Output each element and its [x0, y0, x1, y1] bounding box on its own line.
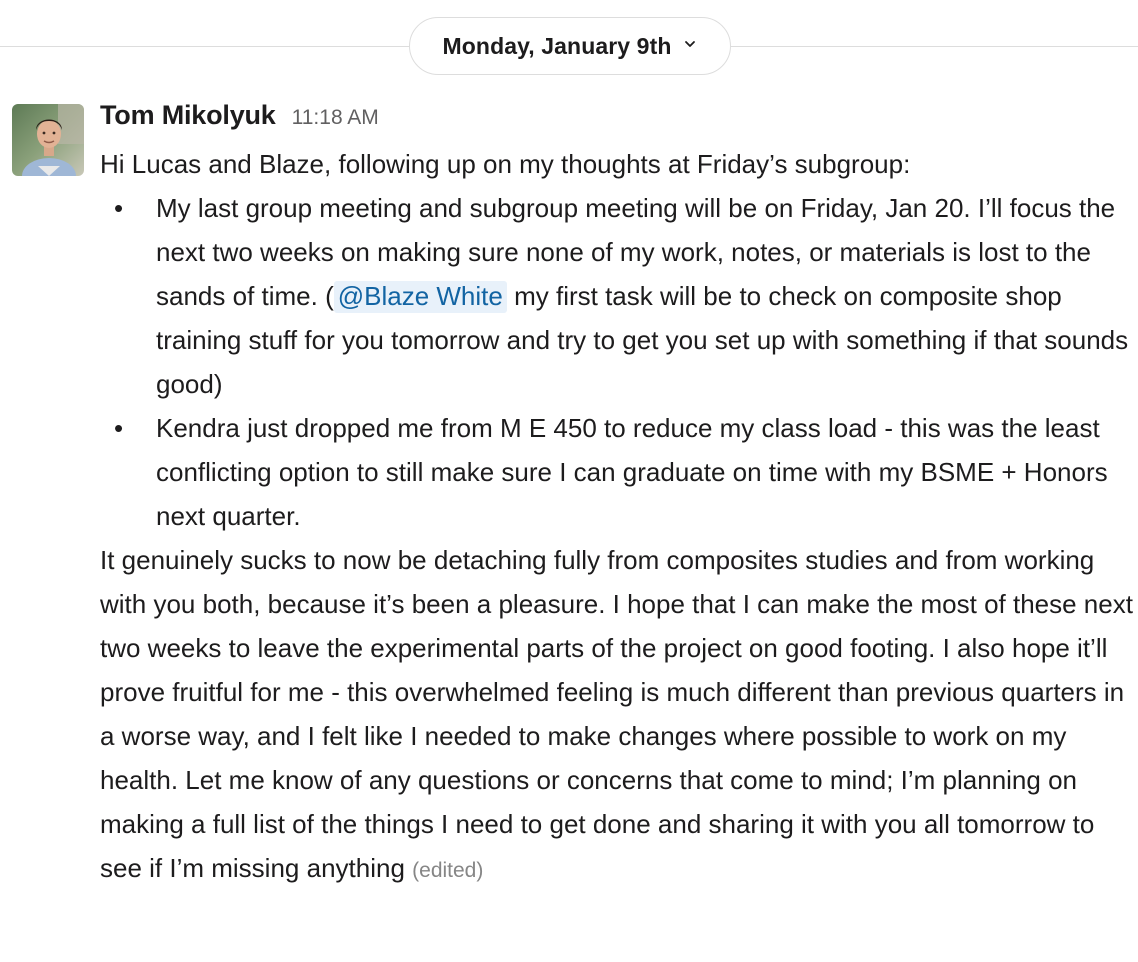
chevron-down-icon	[685, 41, 696, 47]
closing-text: It genuinely sucks to now be detaching f…	[100, 545, 1133, 883]
bullet-marker: •	[114, 193, 124, 223]
user-avatar-photo	[12, 104, 84, 176]
user-avatar[interactable]	[12, 104, 84, 176]
date-jump-button[interactable]: Monday, January 9th	[409, 17, 731, 75]
list-item: • Kendra just dropped me from M E 450 to…	[100, 406, 1136, 538]
sender-name[interactable]: Tom Mikolyuk	[100, 100, 276, 131]
list-item: • My last group meeting and subgroup mee…	[100, 186, 1136, 406]
message-bullet-list: • My last group meeting and subgroup mee…	[100, 186, 1136, 538]
list-item-text: Kendra just dropped me from M E 450 to r…	[156, 413, 1108, 531]
user-mention[interactable]: @Blaze White	[333, 281, 507, 313]
date-divider: Monday, January 9th	[0, 0, 1138, 94]
edited-label: (edited)	[412, 859, 484, 882]
message-body: Hi Lucas and Blaze, following up on my t…	[100, 142, 1136, 893]
message-timestamp[interactable]: 11:18 AM	[292, 106, 379, 130]
bullet-marker: •	[114, 413, 124, 443]
message-intro: Hi Lucas and Blaze, following up on my t…	[100, 149, 911, 179]
message-header: Tom Mikolyuk 11:18 AM	[100, 100, 379, 140]
date-label: Monday, January 9th	[442, 32, 672, 59]
message-closing: It genuinely sucks to now be detaching f…	[100, 538, 1136, 893]
